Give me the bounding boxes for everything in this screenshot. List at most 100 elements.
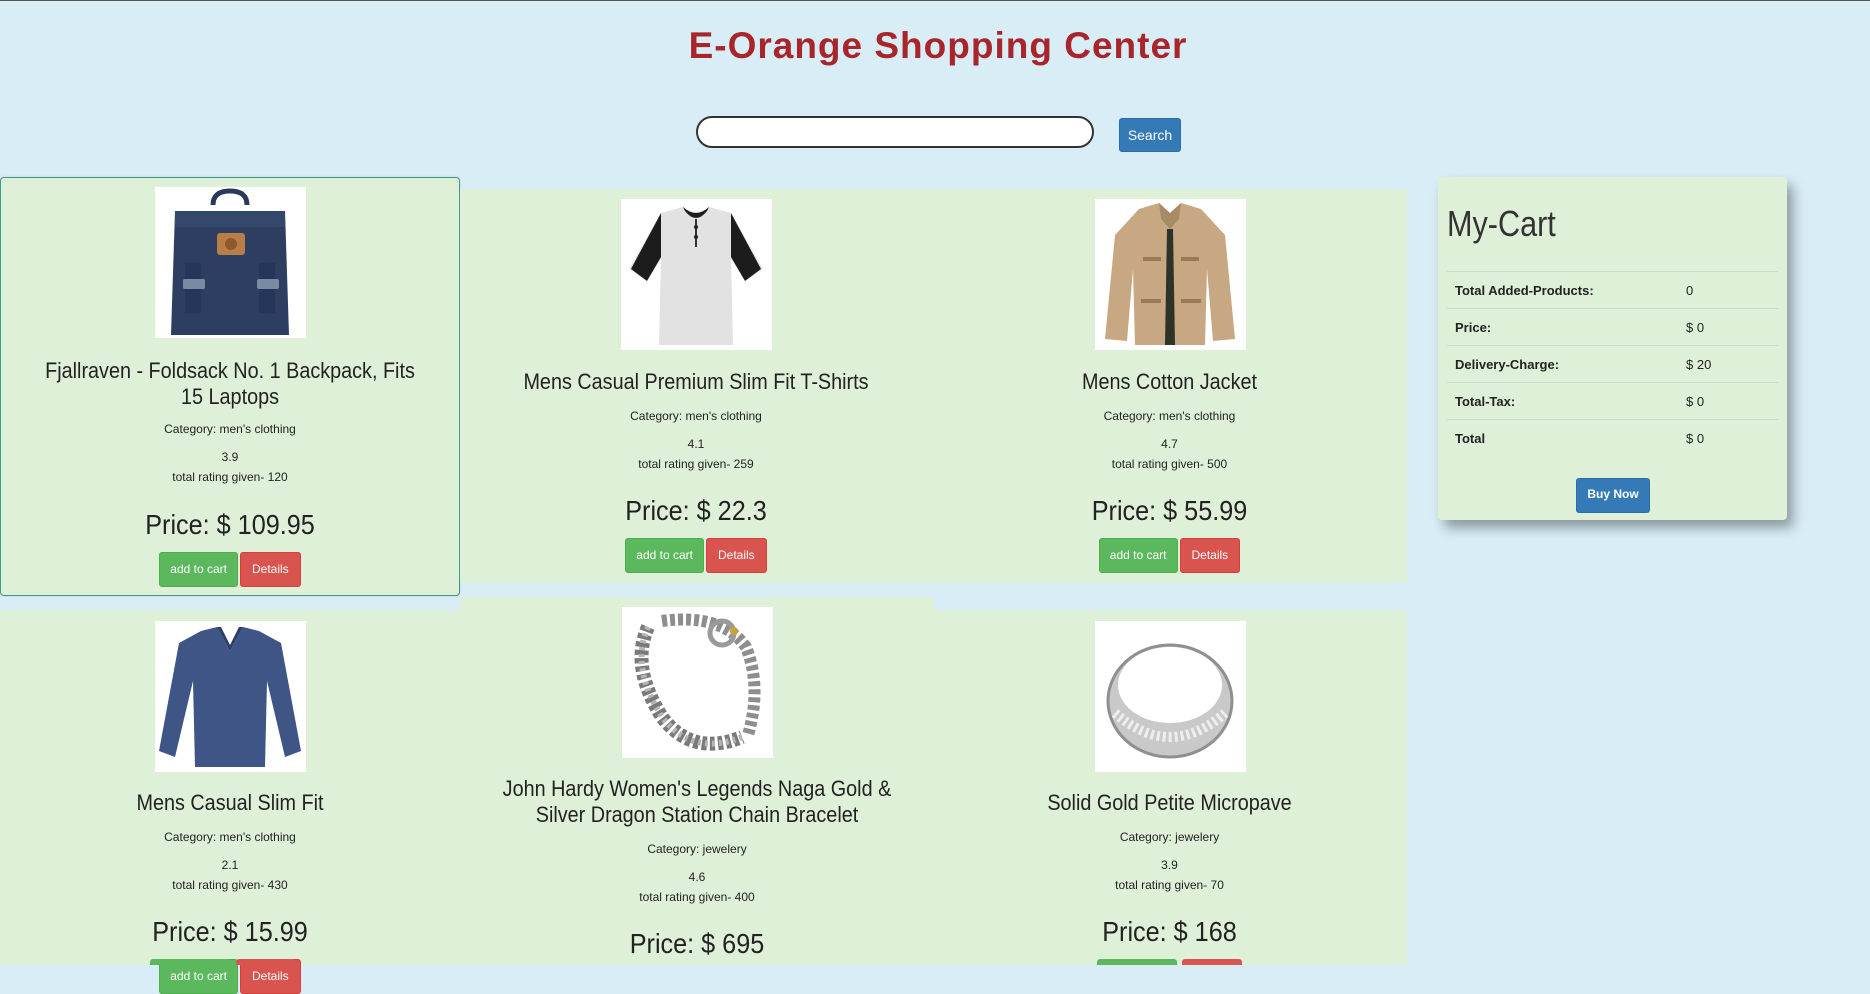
product-rating-count: total rating given- 430 xyxy=(0,875,460,895)
details-button[interactable]: Details xyxy=(706,538,767,573)
cart-row-label: Delivery-Charge: xyxy=(1447,345,1678,383)
category-value: men's clothing xyxy=(219,422,296,436)
product-actions: add to cart Details xyxy=(460,538,932,573)
product-title[interactable]: John Hardy Women's Legends Naga Gold & S… xyxy=(493,776,902,828)
cart-row-label: Total xyxy=(1447,419,1678,456)
cart-row: Total-Tax: $ 0 xyxy=(1447,382,1778,420)
product-rating-count: total rating given- 500 xyxy=(932,454,1407,474)
product-price: Price: $ 109.95 xyxy=(24,509,436,541)
product-rating: 2.1 xyxy=(221,858,239,872)
rating-count-value: 70 xyxy=(1210,878,1224,892)
add-to-cart-button[interactable] xyxy=(150,959,230,965)
details-button[interactable]: Details xyxy=(240,552,301,587)
product-title[interactable]: Fjallraven - Foldsack No. 1 Backpack, Fi… xyxy=(33,358,427,410)
rating-count-value: 259 xyxy=(733,457,754,471)
product-card: Fjallraven - Foldsack No. 1 Backpack, Fi… xyxy=(0,177,460,596)
rating-count-value: 500 xyxy=(1207,457,1228,471)
buy-now-button[interactable]: Buy Now xyxy=(1576,478,1650,513)
rating-count-prefix: total rating given- xyxy=(1115,878,1211,892)
price-prefix: Price: $ xyxy=(1091,495,1185,526)
category-prefix: Category: xyxy=(164,830,220,844)
search-button[interactable]: Search xyxy=(1119,118,1181,152)
cart-row-label: Total-Tax: xyxy=(1447,382,1678,420)
product-rating: 3.9 xyxy=(221,450,239,464)
price-prefix: Price: $ xyxy=(625,495,718,526)
product-title[interactable]: Mens Cotton Jacket xyxy=(965,369,1375,395)
product-title[interactable]: Mens Casual Premium Slim Fit T-Shirts xyxy=(493,369,900,395)
product-card: John Hardy Women's Legends Naga Gold & S… xyxy=(460,597,934,965)
rating-count-prefix: total rating given- xyxy=(1111,457,1208,471)
cart-row: Total Added-Products: 0 xyxy=(1447,271,1778,309)
product-card: Mens Cotton Jacket Category: men's cloth… xyxy=(932,189,1407,583)
product-actions: add to cart Details xyxy=(0,959,460,994)
product-category: Category: men's clothing xyxy=(932,409,1407,423)
rating-count-value: 120 xyxy=(267,470,288,484)
cart-row: Price: $ 0 xyxy=(1447,308,1778,346)
category-value: men's clothing xyxy=(219,830,296,844)
price-value: 168 xyxy=(1194,916,1237,947)
price-value: 695 xyxy=(722,928,765,959)
product-price: Price: $ 15.99 xyxy=(23,916,437,948)
details-button[interactable]: Details xyxy=(1179,538,1241,573)
price-value: 55.99 xyxy=(1184,495,1248,526)
add-to-cart-button[interactable]: add to cart xyxy=(159,552,238,587)
category-value: jewelery xyxy=(702,842,747,856)
product-actions: add to cart Details xyxy=(1,552,459,587)
product-price: Price: $ 168 xyxy=(956,916,1384,948)
category-prefix: Category: xyxy=(1119,830,1176,844)
product-rating-count: total rating given- 120 xyxy=(1,467,459,487)
longsleeve-image xyxy=(155,621,306,772)
product-price: Price: $ 55.99 xyxy=(956,495,1384,527)
rating-count-prefix: total rating given- xyxy=(638,457,734,471)
cart-row-value: $ 0 xyxy=(1678,308,1778,346)
cart-row-value: 0 xyxy=(1678,271,1778,309)
product-rating: 4.7 xyxy=(1161,437,1178,451)
product-rating: 4.1 xyxy=(687,437,705,451)
cart-row: Delivery-Charge: $ 20 xyxy=(1447,345,1778,383)
rating-count-prefix: total rating given- xyxy=(172,470,268,484)
add-to-cart-button[interactable]: add to cart xyxy=(625,538,704,573)
product-category: Category: jewelery xyxy=(460,842,934,856)
bracelet-image xyxy=(622,607,773,758)
price-prefix: Price: $ xyxy=(145,509,238,540)
product-category: Category: men's clothing xyxy=(0,830,460,844)
category-value: men's clothing xyxy=(1159,409,1236,423)
cart-row-label: Price: xyxy=(1447,308,1678,346)
price-prefix: Price: $ xyxy=(1102,916,1195,947)
cart-row-value: $ 0 xyxy=(1678,419,1778,456)
product-rating-count: total rating given- 400 xyxy=(460,887,934,907)
price-value: 15.99 xyxy=(244,916,308,947)
price-value: 22.3 xyxy=(717,495,767,526)
product-category: Category: men's clothing xyxy=(1,422,459,436)
product-category: Category: men's clothing xyxy=(460,409,932,423)
product-category: Category: jewelery xyxy=(932,830,1407,844)
product-title[interactable]: Solid Gold Petite Micropave xyxy=(965,790,1375,816)
product-card: Mens Casual Premium Slim Fit T-Shirts Ca… xyxy=(460,189,932,583)
price-value: 109.95 xyxy=(237,509,315,540)
rating-count-prefix: total rating given- xyxy=(639,890,735,904)
add-to-cart-button[interactable] xyxy=(1097,959,1177,965)
add-to-cart-button[interactable]: add to cart xyxy=(1098,538,1178,573)
backpack-image xyxy=(155,187,306,338)
cart-title: My-Cart xyxy=(1447,203,1556,244)
category-prefix: Category: xyxy=(647,842,703,856)
details-button[interactable] xyxy=(236,959,296,965)
cart-row: Total $ 0 xyxy=(1447,419,1778,456)
category-value: men's clothing xyxy=(685,409,762,423)
category-prefix: Category: xyxy=(1103,409,1159,423)
category-prefix: Category: xyxy=(630,409,686,423)
price-prefix: Price: $ xyxy=(152,916,245,947)
ring-image xyxy=(1094,621,1246,772)
details-button[interactable] xyxy=(1182,959,1242,965)
search-input[interactable] xyxy=(696,116,1094,148)
product-rating-count: total rating given- 259 xyxy=(460,454,932,474)
tshirt-image xyxy=(621,199,772,350)
page-title: E-Orange Shopping Center xyxy=(688,25,1188,66)
product-rating-count: total rating given- 70 xyxy=(932,875,1407,895)
category-prefix: Category: xyxy=(164,422,220,436)
rating-count-value: 430 xyxy=(267,878,288,892)
rating-count-value: 400 xyxy=(734,890,755,904)
cart-summary-table: Total Added-Products: 0 Price: $ 0 Deliv… xyxy=(1447,271,1778,456)
cart-panel: My-Cart Total Added-Products: 0 Price: $… xyxy=(1438,177,1787,520)
product-title[interactable]: Mens Casual Slim Fit xyxy=(32,790,428,816)
